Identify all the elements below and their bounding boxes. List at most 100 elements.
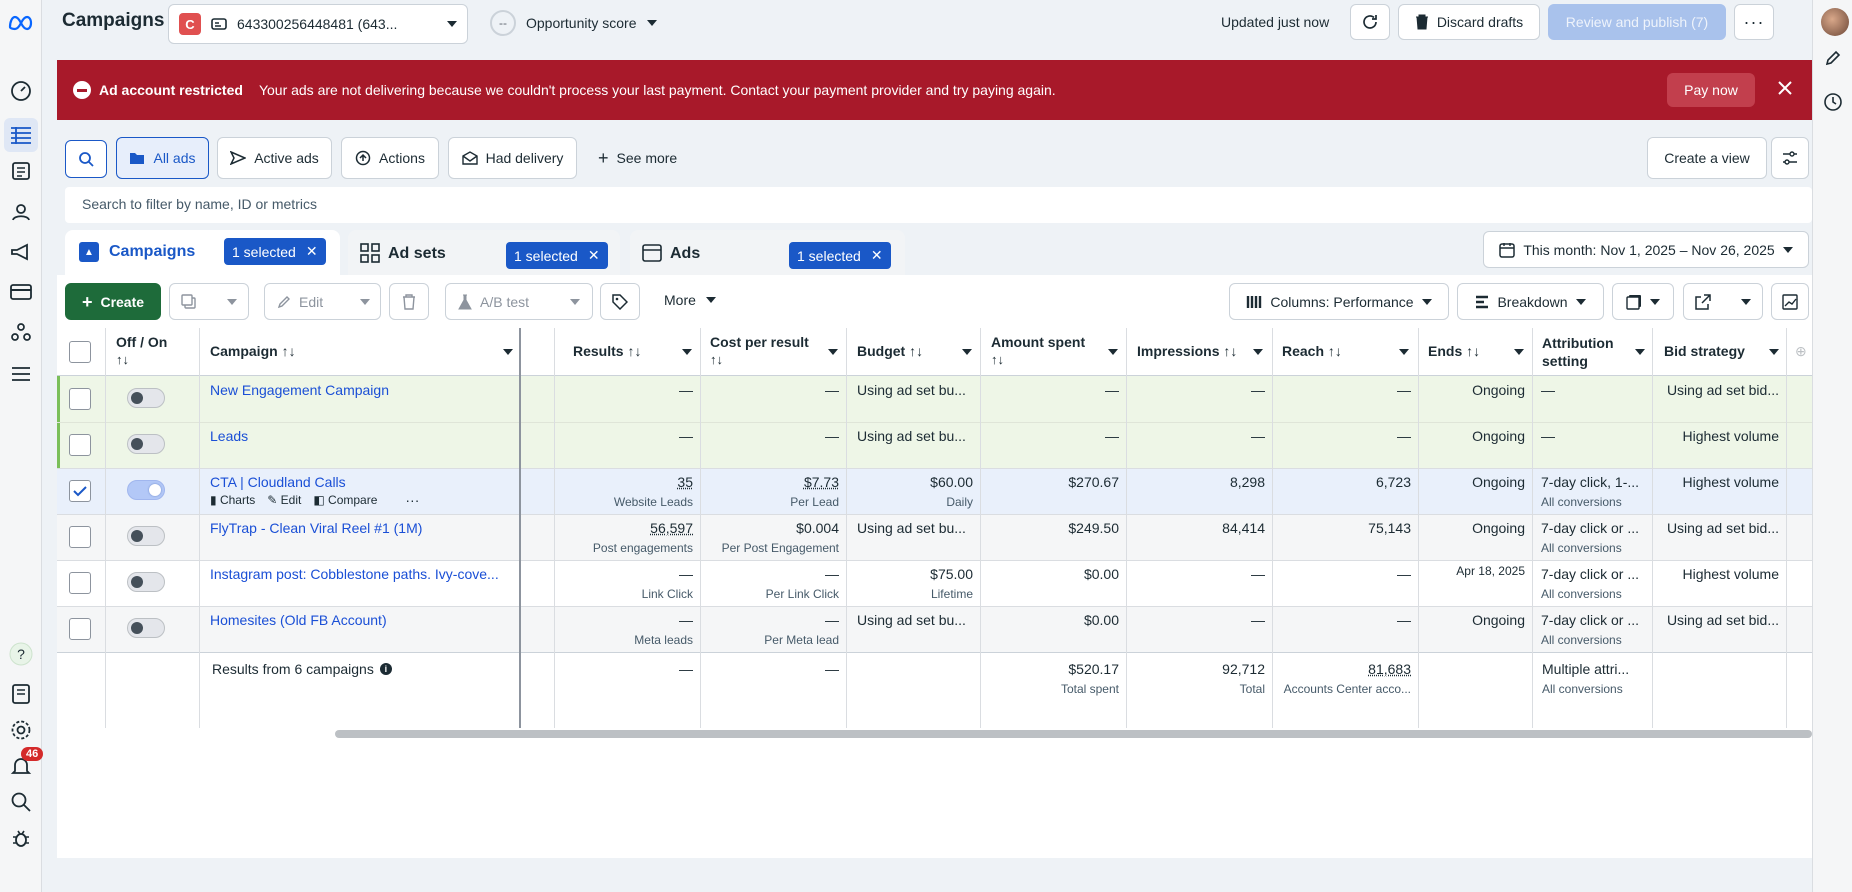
create-button[interactable]: + Create	[65, 283, 161, 320]
ad-account-selector[interactable]: C 643300256448481 (643...	[168, 4, 468, 44]
close-icon[interactable]: ✕	[588, 247, 600, 264]
delivery-toggle[interactable]	[127, 434, 165, 454]
opportunity-score[interactable]: -- Opportunity score	[490, 10, 657, 36]
megaphone-icon[interactable]	[7, 238, 35, 266]
chevron-down-icon[interactable]	[962, 349, 972, 355]
delivery-toggle[interactable]	[127, 572, 165, 592]
business-settings-icon[interactable]	[7, 318, 35, 346]
header-budget[interactable]: Budget ↑↓	[857, 343, 923, 359]
had-delivery-filter[interactable]: Had delivery	[448, 137, 577, 179]
see-more-filter[interactable]: + See more	[598, 149, 677, 167]
bug-report-icon[interactable]	[7, 824, 35, 852]
header-results[interactable]: Results ↑↓	[573, 343, 641, 359]
date-range-picker[interactable]: This month: Nov 1, 2025 – Nov 26, 2025	[1483, 231, 1809, 268]
settings-gear-icon[interactable]	[7, 716, 35, 744]
review-publish-button[interactable]: Review and publish (7)	[1548, 4, 1726, 40]
header-impressions[interactable]: Impressions ↑↓	[1137, 343, 1237, 359]
header-amount-spent[interactable]: Amount spent ↑↓	[991, 334, 1085, 367]
edit-pencil-icon[interactable]	[1823, 48, 1843, 68]
chevron-down-icon[interactable]	[1769, 349, 1779, 355]
chevron-down-icon[interactable]	[828, 349, 838, 355]
billing-card-icon[interactable]	[7, 278, 35, 306]
info-icon[interactable]: i	[379, 663, 392, 675]
pay-now-button[interactable]: Pay now	[1667, 73, 1755, 107]
add-column-icon[interactable]: ⊕	[1795, 343, 1807, 360]
header-offon[interactable]: Off / On ↑↓	[116, 334, 167, 367]
history-clock-icon[interactable]	[1823, 92, 1843, 112]
tab-ad-sets[interactable]: Ad sets 1 selected ✕	[348, 230, 620, 275]
adsets-selected-pill[interactable]: 1 selected ✕	[506, 242, 608, 269]
audiences-icon[interactable]	[7, 198, 35, 226]
tab-campaigns[interactable]: ▲ Campaigns 1 selected ✕	[65, 230, 340, 275]
select-all-checkbox[interactable]	[69, 341, 91, 363]
campaign-name-link[interactable]: Leads	[210, 428, 248, 444]
header-ends[interactable]: Ends ↑↓	[1428, 343, 1480, 359]
close-icon[interactable]: ✕	[306, 243, 318, 260]
chevron-down-icon[interactable]	[503, 349, 513, 355]
reports-dropdown[interactable]	[1612, 283, 1674, 320]
row-checkbox[interactable]	[69, 526, 91, 548]
actions-filter[interactable]: Actions	[341, 137, 439, 179]
header-attribution[interactable]: Attribution setting	[1542, 334, 1632, 370]
search-filter-bar[interactable]: Search to filter by name, ID or metrics	[65, 187, 1812, 223]
refresh-button[interactable]	[1350, 4, 1390, 40]
row-checkbox[interactable]	[69, 434, 91, 456]
chevron-down-icon[interactable]	[1399, 349, 1409, 355]
menu-icon[interactable]	[7, 360, 35, 388]
active-ads-filter[interactable]: Active ads	[217, 137, 332, 179]
charts-toggle-button[interactable]	[1771, 283, 1809, 320]
campaigns-table-icon[interactable]	[4, 118, 38, 152]
row-charts-action[interactable]: ▮ Charts	[210, 493, 255, 507]
campaign-name-link[interactable]: Homesites (Old FB Account)	[210, 612, 387, 628]
campaign-name-link[interactable]: FlyTrap - Clean Viral Reel #1 (1M)	[210, 520, 422, 536]
all-ads-filter[interactable]: All ads	[116, 137, 209, 179]
columns-dropdown[interactable]: Columns: Performance	[1229, 283, 1449, 320]
more-dots-icon[interactable]: ···	[405, 492, 419, 508]
campaign-name-link[interactable]: New Engagement Campaign	[210, 382, 389, 398]
more-dropdown[interactable]: More	[664, 292, 716, 308]
campaign-name-link[interactable]: Instagram post: Cobblestone paths. Ivy-c…	[210, 566, 499, 582]
help-icon[interactable]: ?	[7, 640, 35, 668]
row-checkbox[interactable]	[69, 480, 91, 502]
reports-icon[interactable]	[7, 157, 35, 185]
row-compare-action[interactable]: ◧ Compare	[313, 493, 377, 507]
campaign-name-link[interactable]: CTA | Cloudland Calls	[210, 474, 346, 490]
notifications-bell-icon[interactable]: 46	[7, 747, 44, 780]
breakdown-dropdown[interactable]: Breakdown	[1457, 283, 1604, 320]
edit-button[interactable]: Edit	[264, 283, 381, 320]
close-icon[interactable]	[1777, 80, 1793, 96]
delivery-toggle[interactable]	[127, 480, 165, 500]
meta-logo-icon[interactable]	[7, 8, 35, 36]
chevron-down-icon[interactable]	[682, 349, 692, 355]
search-button[interactable]	[65, 140, 107, 178]
header-campaign[interactable]: Campaign ↑↓	[210, 343, 296, 359]
header-reach[interactable]: Reach ↑↓	[1282, 343, 1342, 359]
delete-button[interactable]	[389, 283, 429, 320]
tab-ads[interactable]: Ads 1 selected ✕	[630, 230, 905, 275]
ads-selected-pill[interactable]: 1 selected ✕	[789, 242, 891, 269]
discard-drafts-button[interactable]: Discard drafts	[1398, 4, 1540, 40]
campaigns-selected-pill[interactable]: 1 selected ✕	[224, 238, 326, 265]
row-checkbox[interactable]	[69, 618, 91, 640]
delivery-toggle[interactable]	[127, 388, 165, 408]
chevron-down-icon[interactable]	[1635, 349, 1645, 355]
create-view-button[interactable]: Create a view	[1647, 137, 1767, 179]
delivery-toggle[interactable]	[127, 526, 165, 546]
view-settings-button[interactable]	[1771, 137, 1809, 179]
chevron-down-icon[interactable]	[1108, 349, 1118, 355]
row-edit-action[interactable]: ✎ Edit	[267, 493, 301, 507]
guide-book-icon[interactable]	[7, 680, 35, 708]
chevron-down-icon[interactable]	[1514, 349, 1524, 355]
horizontal-scrollbar[interactable]	[335, 730, 1812, 738]
avatar[interactable]	[1821, 8, 1849, 36]
close-icon[interactable]: ✕	[871, 247, 883, 264]
dashboard-icon[interactable]	[7, 77, 35, 105]
chevron-down-icon[interactable]	[1253, 349, 1263, 355]
header-cost-per-result[interactable]: Cost per result ↑↓	[710, 334, 809, 367]
search-icon[interactable]	[7, 788, 35, 816]
ab-test-button[interactable]: A/B test	[445, 283, 593, 320]
row-checkbox[interactable]	[69, 388, 91, 410]
export-dropdown[interactable]	[1683, 283, 1763, 320]
delivery-toggle[interactable]	[127, 618, 165, 638]
more-options-button[interactable]: ···	[1734, 4, 1774, 40]
